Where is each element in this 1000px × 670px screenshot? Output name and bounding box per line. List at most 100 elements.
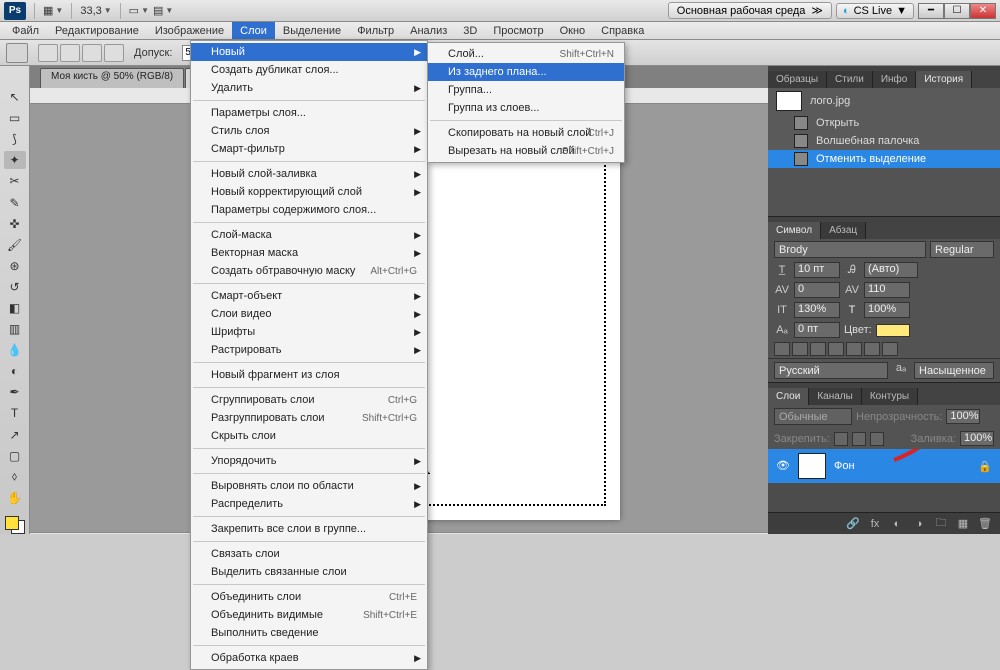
panel-tab-Стили[interactable]: Стили (827, 71, 873, 88)
document-tab[interactable]: Моя кисть @ 50% (RGB/8) (40, 68, 184, 88)
layer-menu[interactable]: Новый▶Создать дубликат слоя...Удалить▶Па… (190, 40, 428, 670)
crop-tool-icon[interactable]: ✂ (4, 172, 26, 190)
lock-position-icon[interactable] (852, 432, 866, 446)
menu-Окно[interactable]: Окно (552, 22, 594, 39)
menu-item[interactable]: Вырезать на новый слойShift+Ctrl+J (428, 142, 624, 160)
menu-item[interactable]: Упорядочить▶ (191, 452, 427, 470)
menu-item[interactable]: Слои видео▶ (191, 305, 427, 323)
new-layer-icon[interactable]: ▦ (954, 516, 972, 532)
menu-item[interactable]: Закрепить все слои в группе... (191, 520, 427, 538)
menu-item[interactable]: Выполнить сведение (191, 624, 427, 642)
menu-item[interactable]: Выделить связанные слои (191, 563, 427, 581)
link-layers-icon[interactable]: 🔗 (844, 516, 862, 532)
menu-Редактирование[interactable]: Редактирование (47, 22, 147, 39)
hscale-input[interactable]: 100% (864, 302, 910, 318)
arrange-dropdown[interactable]: ▤▼ (153, 4, 173, 17)
panel-tab-Образцы[interactable]: Образцы (768, 71, 827, 88)
panel-tab-Абзац[interactable]: Абзац (821, 222, 866, 239)
brush-tool-icon[interactable]: 🖌 (4, 236, 26, 254)
menu-item[interactable]: Группа... (428, 81, 624, 99)
menu-item[interactable]: Разгруппировать слоиShift+Ctrl+G (191, 409, 427, 427)
3d-tool-icon[interactable]: ⬨ (4, 468, 26, 486)
menu-item[interactable]: Новый слой-заливка▶ (191, 165, 427, 183)
trash-icon[interactable]: 🗑 (976, 516, 994, 532)
menu-item[interactable]: Связать слои (191, 545, 427, 563)
blend-mode-select[interactable]: Обычные (774, 408, 852, 425)
selection-new-icon[interactable] (38, 44, 58, 62)
menu-item[interactable]: Создать дубликат слоя... (191, 61, 427, 79)
menu-item[interactable]: Параметры содержимого слоя... (191, 201, 427, 219)
selection-add-icon[interactable] (60, 44, 80, 62)
font-style-select[interactable]: Regular (930, 241, 994, 258)
zoom-dropdown[interactable]: 33,3▼ (80, 5, 111, 17)
menu-Слои[interactable]: Слои (232, 22, 275, 39)
kerning-input[interactable]: 110 (864, 282, 910, 298)
pen-tool-icon[interactable]: ✒ (4, 383, 26, 401)
fill-input[interactable]: 100% (960, 431, 994, 446)
menu-item[interactable]: Слой-маска▶ (191, 226, 427, 244)
panel-tab-Контуры[interactable]: Контуры (862, 388, 918, 405)
menu-item[interactable]: Растрировать▶ (191, 341, 427, 359)
color-swatches[interactable] (5, 516, 25, 534)
menu-Изображение[interactable]: Изображение (147, 22, 232, 39)
close-button[interactable]: ✕ (970, 3, 996, 19)
menu-item[interactable]: Смарт-фильтр▶ (191, 140, 427, 158)
history-step[interactable]: Открыть (768, 114, 1000, 132)
menu-item[interactable]: Слой...Shift+Ctrl+N (428, 45, 624, 63)
tracking-input[interactable]: 0 (794, 282, 840, 298)
baseline-input[interactable]: 0 пт (794, 322, 840, 338)
blur-tool-icon[interactable]: 💧 (4, 341, 26, 359)
menu-item[interactable]: Сгруппировать слоиCtrl+G (191, 391, 427, 409)
menu-item[interactable]: Обработка краев▶ (191, 649, 427, 667)
cs-live-button[interactable]: ◐CS Live▼ (836, 3, 914, 19)
move-tool-icon[interactable]: ↖ (4, 88, 26, 106)
vscale-input[interactable]: 130% (794, 302, 840, 318)
menu-item[interactable]: Параметры слоя... (191, 104, 427, 122)
menu-item[interactable]: Векторная маска▶ (191, 244, 427, 262)
panel-tab-Каналы[interactable]: Каналы (809, 388, 862, 405)
hand-tool-icon[interactable]: ✋ (4, 489, 26, 507)
wand-tool-icon[interactable]: ✦ (4, 151, 26, 169)
lasso-tool-icon[interactable]: ⟆ (4, 130, 26, 148)
path-tool-icon[interactable]: ↗ (4, 426, 26, 444)
type-tool-icon[interactable]: T (4, 404, 26, 422)
menu-Просмотр[interactable]: Просмотр (485, 22, 551, 39)
text-color-swatch[interactable] (876, 324, 910, 337)
layer-new-submenu[interactable]: Слой...Shift+Ctrl+NИз заднего плана...Гр… (427, 42, 625, 163)
dodge-tool-icon[interactable]: ◐ (4, 362, 26, 380)
layer-row[interactable]: 👁 Фон 🔒 (768, 449, 1000, 483)
menu-3D[interactable]: 3D (455, 22, 485, 39)
menu-item[interactable]: Объединить слоиCtrl+E (191, 588, 427, 606)
menu-item[interactable]: Новый фрагмент из слоя (191, 366, 427, 384)
font-family-select[interactable]: Brody (774, 241, 926, 258)
panel-tab-Символ[interactable]: Символ (768, 222, 821, 239)
menu-item[interactable]: Смарт-объект▶ (191, 287, 427, 305)
language-select[interactable]: Русский (774, 362, 888, 379)
menu-item[interactable]: Выровнять слои по области▶ (191, 477, 427, 495)
eyedropper-tool-icon[interactable]: ✎ (4, 193, 26, 211)
history-brush-tool-icon[interactable]: ↺ (4, 278, 26, 296)
menu-item[interactable]: Создать обтравочную маскуAlt+Ctrl+G (191, 262, 427, 280)
stamp-tool-icon[interactable]: ⊛ (4, 257, 26, 275)
menu-item[interactable]: Новый▶ (191, 43, 427, 61)
menu-item[interactable]: Новый корректирующий слой▶ (191, 183, 427, 201)
menu-item[interactable]: Шрифты▶ (191, 323, 427, 341)
heal-tool-icon[interactable]: ✜ (4, 215, 26, 233)
menu-item[interactable]: Объединить видимыеShift+Ctrl+E (191, 606, 427, 624)
menu-item[interactable]: Скопировать на новый слойCtrl+J (428, 124, 624, 142)
menu-Анализ[interactable]: Анализ (402, 22, 455, 39)
antialias-select[interactable]: Насыщенное (914, 362, 994, 379)
font-size-input[interactable]: 10 пт (794, 262, 840, 278)
lock-all-icon[interactable] (870, 432, 884, 446)
history-step[interactable]: Волшебная палочка (768, 132, 1000, 150)
minimize-button[interactable]: ━ (918, 3, 944, 19)
panel-tab-Слои[interactable]: Слои (768, 388, 809, 405)
panel-tab-Инфо[interactable]: Инфо (873, 71, 917, 88)
menu-Выделение[interactable]: Выделение (275, 22, 349, 39)
lock-pixels-icon[interactable] (834, 432, 848, 446)
menu-Справка[interactable]: Справка (593, 22, 652, 39)
menu-item[interactable]: Распределить▶ (191, 495, 427, 513)
leading-input[interactable]: (Авто) (864, 262, 918, 278)
bridge-dropdown[interactable]: ▦▼ (43, 4, 63, 17)
opacity-input[interactable]: 100% (946, 409, 980, 424)
